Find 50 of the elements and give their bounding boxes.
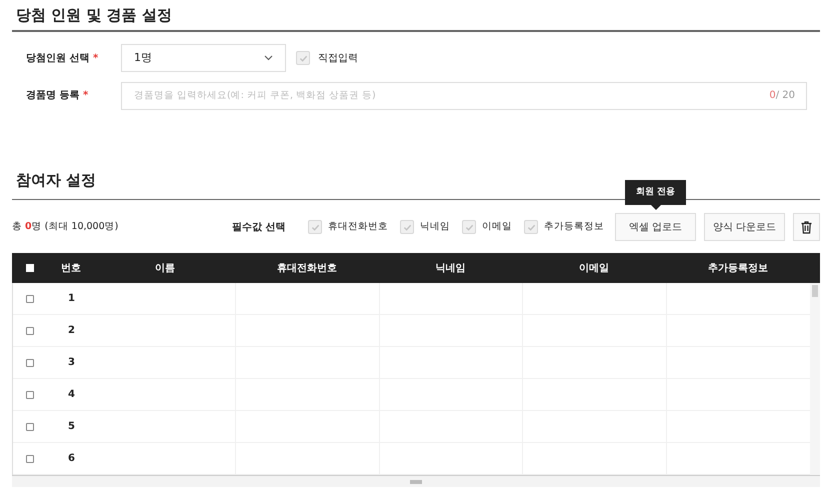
field-label: 경품명 등록 * (25, 88, 90, 102)
checkbox-label: 이메일 (482, 220, 512, 234)
vertical-scrollbar[interactable] (810, 283, 820, 475)
check-icon (298, 54, 308, 62)
row-checkbox[interactable] (26, 390, 34, 398)
table-cell-text: 2 (67, 324, 76, 338)
check-icon (310, 222, 320, 232)
table-cell-text: 6 (67, 452, 76, 466)
section-title: 당첨 인원 및 경품 설정 (15, 5, 173, 26)
column-header: 추가등록정보 (707, 262, 769, 276)
row-checkbox[interactable] (26, 358, 34, 366)
manual-checkbox[interactable] (296, 51, 310, 65)
toolbar-button[interactable]: 양식 다운로드 (704, 213, 785, 242)
table-cell-text: 3 (67, 356, 76, 370)
row-checkbox[interactable] (26, 326, 34, 334)
column-header: 닉네임 (434, 262, 466, 276)
horizontal-scrollbar[interactable] (12, 475, 820, 487)
row-checkbox[interactable] (26, 294, 34, 302)
table-cell-text: 1 (67, 292, 76, 306)
check-icon (526, 222, 536, 232)
required-checkbox[interactable] (524, 220, 538, 234)
table-cell-text: 4 (67, 388, 76, 402)
toolbar-button[interactable]: 엑셀 업로드 (615, 213, 696, 242)
checkbox-label: 휴대전화번호 (328, 220, 388, 234)
checkbox-label: 추가등록정보 (544, 220, 604, 234)
checkbox-label: 닉네임 (420, 220, 450, 234)
field-label: 당첨인원 선택 * (25, 52, 100, 66)
row-checkbox[interactable] (26, 422, 34, 430)
row-checkbox[interactable] (26, 454, 34, 462)
required-label: 필수값 선택 (232, 220, 286, 234)
check-icon (464, 222, 474, 232)
column-header: 휴대전화번호 (276, 262, 338, 276)
column-header: 이메일 (578, 262, 610, 276)
column-header: 이름 (154, 262, 176, 276)
required-checkbox[interactable] (308, 220, 322, 234)
section-title: 참여자 설정 (15, 170, 96, 191)
chevron-down-icon (264, 55, 273, 61)
required-checkbox[interactable] (462, 220, 476, 234)
tooltip: 회원 전용 (625, 180, 686, 210)
select-all-checkbox[interactable] (26, 264, 34, 272)
character-counter: 0/ 20 (769, 89, 795, 103)
participant-total: 총 0명 (최대 10,000명) (12, 220, 120, 234)
delete-button[interactable] (793, 213, 820, 241)
checkbox-label: 직접입력 (318, 52, 358, 66)
count-select[interactable]: 1명 (121, 44, 286, 72)
table-cell-text: 5 (67, 420, 76, 434)
column-header: 번호 (60, 262, 82, 276)
check-icon (402, 222, 412, 232)
required-checkbox[interactable] (400, 220, 414, 234)
trash-icon (801, 220, 812, 234)
